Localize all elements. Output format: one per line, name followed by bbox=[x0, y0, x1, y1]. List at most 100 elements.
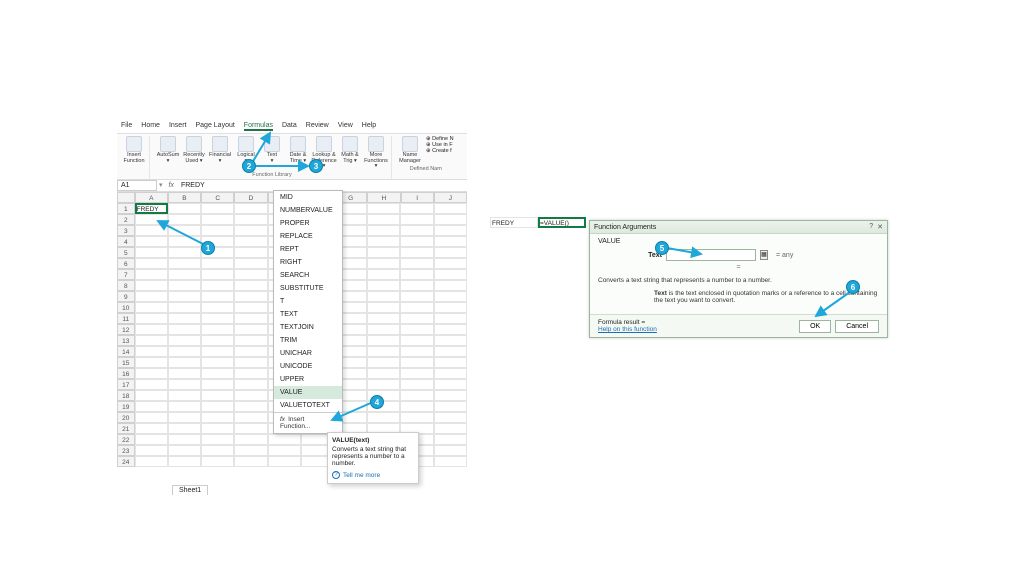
cell[interactable] bbox=[201, 346, 234, 357]
cell[interactable] bbox=[367, 203, 400, 214]
menu-home[interactable]: Home bbox=[141, 122, 160, 131]
cell[interactable] bbox=[434, 225, 467, 236]
cell[interactable] bbox=[400, 390, 433, 401]
row-header[interactable]: 15 bbox=[117, 357, 135, 368]
row-header[interactable]: 17 bbox=[117, 379, 135, 390]
text-functions-dropdown[interactable]: MIDNUMBERVALUEPROPERREPLACEREPTRIGHTSEAR… bbox=[273, 190, 343, 434]
cell[interactable] bbox=[367, 236, 400, 247]
cell[interactable] bbox=[234, 368, 267, 379]
cell[interactable] bbox=[234, 291, 267, 302]
cell[interactable] bbox=[434, 247, 467, 258]
cell[interactable] bbox=[434, 390, 467, 401]
cell[interactable] bbox=[201, 401, 234, 412]
help-icon[interactable]: ? bbox=[869, 223, 873, 231]
dropdown-item-replace[interactable]: REPLACE bbox=[274, 230, 342, 243]
cell[interactable] bbox=[400, 379, 433, 390]
cell[interactable] bbox=[400, 368, 433, 379]
dropdown-item-t[interactable]: T bbox=[274, 295, 342, 308]
row-header[interactable]: 21 bbox=[117, 423, 135, 434]
cell[interactable] bbox=[400, 302, 433, 313]
cell[interactable] bbox=[135, 390, 168, 401]
tooltip-more-link[interactable]: ? Tell me more bbox=[332, 471, 414, 479]
ribbon-side-item[interactable]: ⊕ Create f bbox=[426, 148, 454, 154]
down-icon[interactable]: ▾ bbox=[157, 181, 165, 189]
ok-button[interactable]: OK bbox=[799, 320, 831, 333]
cell[interactable] bbox=[168, 280, 201, 291]
cell[interactable] bbox=[367, 313, 400, 324]
cell[interactable] bbox=[367, 379, 400, 390]
cell[interactable] bbox=[400, 225, 433, 236]
cell[interactable] bbox=[400, 236, 433, 247]
col-header[interactable]: A bbox=[135, 192, 168, 203]
ribbon-more[interactable]: MoreFunctions ▾ bbox=[364, 136, 388, 170]
cell[interactable] bbox=[168, 423, 201, 434]
menu-insert[interactable]: Insert bbox=[169, 122, 187, 131]
col-header[interactable]: C bbox=[201, 192, 234, 203]
select-all-corner[interactable] bbox=[117, 192, 135, 203]
menu-view[interactable]: View bbox=[338, 122, 353, 131]
cell[interactable] bbox=[268, 445, 301, 456]
dropdown-item-unicode[interactable]: UNICODE bbox=[274, 360, 342, 373]
cell[interactable] bbox=[434, 324, 467, 335]
cell[interactable] bbox=[135, 335, 168, 346]
cell[interactable] bbox=[234, 203, 267, 214]
cell[interactable] bbox=[201, 357, 234, 368]
cell[interactable] bbox=[201, 390, 234, 401]
cell[interactable] bbox=[268, 456, 301, 467]
cell[interactable] bbox=[168, 335, 201, 346]
cell[interactable] bbox=[168, 302, 201, 313]
col-header[interactable]: J bbox=[434, 192, 467, 203]
cell[interactable] bbox=[201, 302, 234, 313]
col-header[interactable]: B bbox=[168, 192, 201, 203]
cell[interactable] bbox=[135, 324, 168, 335]
cell[interactable] bbox=[434, 346, 467, 357]
cell[interactable] bbox=[367, 368, 400, 379]
cell[interactable]: FREDY bbox=[135, 203, 168, 214]
cell[interactable] bbox=[201, 335, 234, 346]
cell[interactable] bbox=[201, 412, 234, 423]
cell[interactable] bbox=[400, 401, 433, 412]
cell[interactable] bbox=[201, 456, 234, 467]
cell[interactable] bbox=[234, 434, 267, 445]
cell[interactable] bbox=[168, 258, 201, 269]
ribbon-financial[interactable]: Financial▾ bbox=[208, 136, 232, 170]
row-header[interactable]: 5 bbox=[117, 247, 135, 258]
cell[interactable] bbox=[434, 280, 467, 291]
cell[interactable] bbox=[234, 423, 267, 434]
cell[interactable] bbox=[434, 434, 467, 445]
row-header[interactable]: 1 bbox=[117, 203, 135, 214]
cell[interactable] bbox=[168, 357, 201, 368]
dropdown-item-value[interactable]: VALUE bbox=[274, 386, 342, 399]
cell[interactable] bbox=[367, 346, 400, 357]
row-header[interactable]: 16 bbox=[117, 368, 135, 379]
cell[interactable] bbox=[135, 379, 168, 390]
cell[interactable] bbox=[201, 203, 234, 214]
cell[interactable] bbox=[367, 214, 400, 225]
cell[interactable] bbox=[400, 258, 433, 269]
cell[interactable] bbox=[135, 456, 168, 467]
cell[interactable] bbox=[434, 423, 467, 434]
row-header[interactable]: 14 bbox=[117, 346, 135, 357]
cell[interactable] bbox=[367, 324, 400, 335]
cell[interactable] bbox=[201, 423, 234, 434]
menu-page-layout[interactable]: Page Layout bbox=[195, 122, 234, 131]
dropdown-item-upper[interactable]: UPPER bbox=[274, 373, 342, 386]
dropdown-item-numbervalue[interactable]: NUMBERVALUE bbox=[274, 204, 342, 217]
row-header[interactable]: 9 bbox=[117, 291, 135, 302]
cell[interactable] bbox=[234, 214, 267, 225]
cell[interactable] bbox=[234, 357, 267, 368]
cell[interactable] bbox=[201, 324, 234, 335]
ribbon-insert[interactable]: InsertFunction bbox=[122, 136, 146, 164]
cell[interactable] bbox=[268, 434, 301, 445]
cell[interactable] bbox=[135, 401, 168, 412]
cell[interactable] bbox=[434, 236, 467, 247]
dialog-titlebar[interactable]: Function Arguments ? ✕ bbox=[590, 221, 887, 234]
cell[interactable] bbox=[234, 302, 267, 313]
cell[interactable] bbox=[135, 258, 168, 269]
cell[interactable] bbox=[168, 390, 201, 401]
dropdown-item-rept[interactable]: REPT bbox=[274, 243, 342, 256]
cell[interactable] bbox=[135, 357, 168, 368]
cell[interactable] bbox=[135, 434, 168, 445]
cell[interactable] bbox=[168, 445, 201, 456]
cell[interactable] bbox=[434, 258, 467, 269]
